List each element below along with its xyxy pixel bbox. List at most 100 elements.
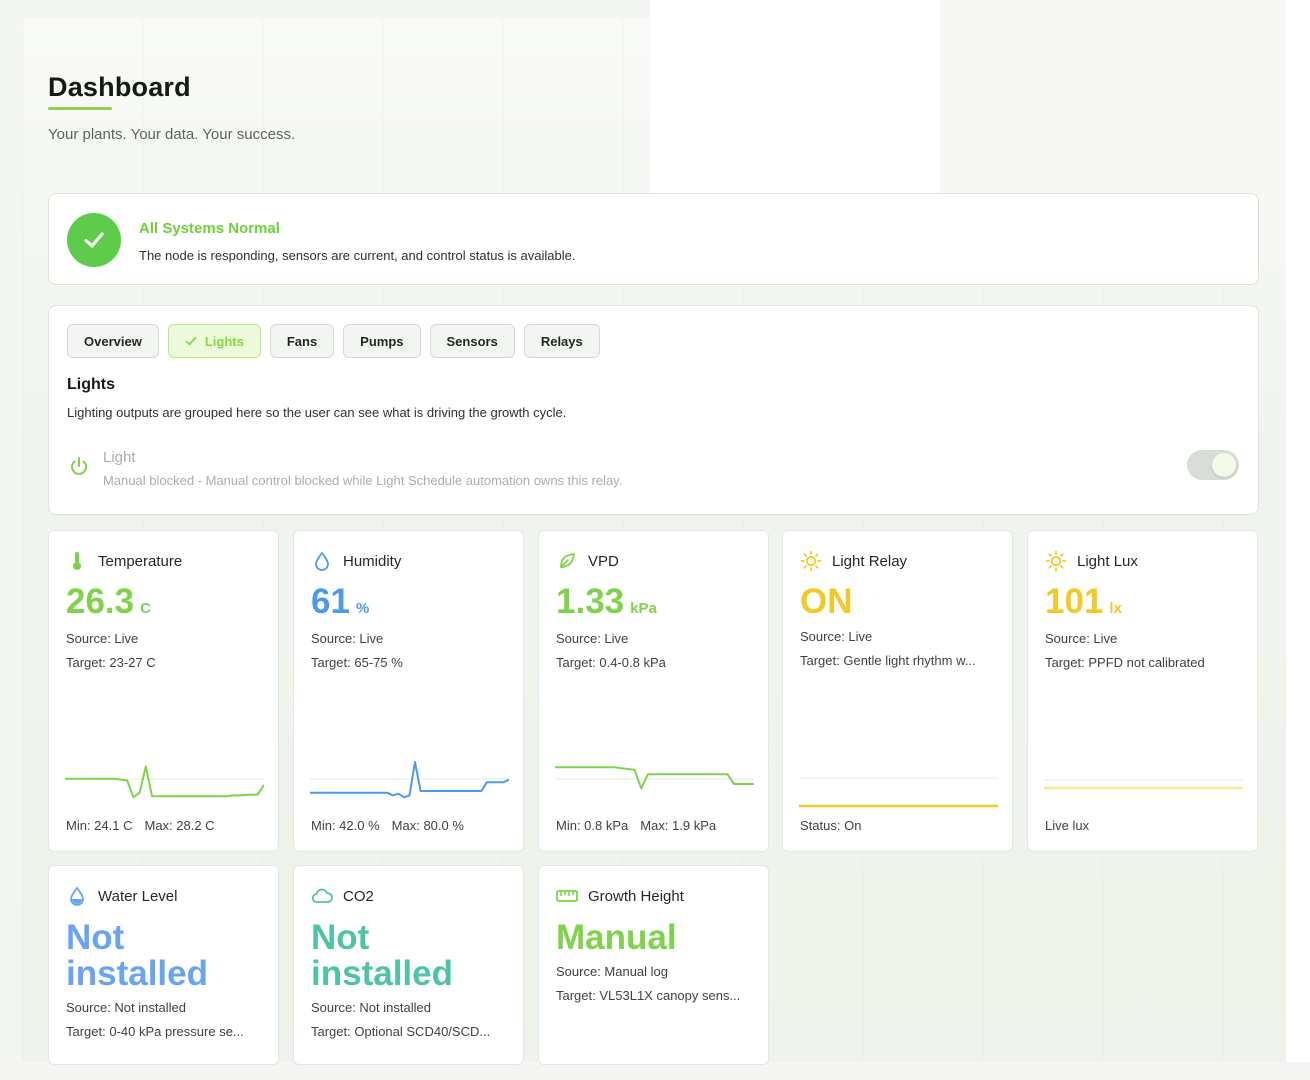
card-source: Source: Live <box>311 631 384 646</box>
card-unit: kPa <box>630 600 657 617</box>
water-drop-icon <box>66 885 88 907</box>
card-target: Target: VL53L1X canopy sens... <box>556 988 741 1003</box>
page-header: Dashboard Your plants. Your data. Your s… <box>48 72 295 143</box>
control-panel: Overview Lights Fans Pumps Sensors Relay… <box>48 305 1259 515</box>
check-icon <box>67 213 121 267</box>
sun-icon <box>1045 550 1067 572</box>
card-source: Source: Live <box>66 631 139 646</box>
light-relay-card: Light Relay ON Source: Live Target: Gent… <box>782 530 1013 852</box>
background-right-edge <box>1286 0 1310 1080</box>
title-underline <box>48 107 112 110</box>
tab-label: Relays <box>540 333 583 349</box>
humidity-sparkline <box>310 761 509 799</box>
tab-lights[interactable]: Lights <box>167 324 261 358</box>
page-subtitle: Your plants. Your data. Your success. <box>48 126 296 143</box>
growth-height-card: Growth Height Manual Source: Manual log … <box>538 865 769 1065</box>
card-value: Manual <box>556 918 677 957</box>
vpd-sparkline <box>555 766 754 790</box>
card-value: 26.3 <box>66 582 135 621</box>
card-title: CO2 <box>343 887 374 905</box>
card-value-line2: installed <box>311 954 453 993</box>
sparkline-series <box>310 761 509 799</box>
sun-icon <box>800 550 822 572</box>
card-title: Growth Height <box>588 887 684 905</box>
card-source: Source: Live <box>1045 631 1118 646</box>
card-target: Target: 0-40 kPa pressure se... <box>66 1024 244 1039</box>
section-title: Lights <box>67 376 115 393</box>
sparkline-series <box>65 765 264 799</box>
card-source: Source: Manual log <box>556 964 669 979</box>
tab-label: Sensors <box>446 333 498 349</box>
light-relay-sparkline <box>799 777 998 808</box>
card-title: Temperature <box>98 552 183 570</box>
card-unit: C <box>140 600 151 617</box>
card-target: Target: PPFD not calibrated <box>1045 655 1205 670</box>
tab-label: Fans <box>286 333 318 349</box>
droplet-icon <box>311 550 333 572</box>
card-min: Min: 24.1 C <box>66 818 133 833</box>
cloud-icon <box>311 885 333 907</box>
sparkline-series <box>555 766 754 790</box>
card-unit: % <box>355 600 370 617</box>
toggle-knob <box>1212 453 1236 477</box>
card-title: VPD <box>588 552 619 570</box>
section-description: Lighting outputs are grouped here so the… <box>67 405 567 420</box>
card-target: Target: Gentle light rhythm w... <box>800 653 976 668</box>
card-source: Source: Not installed <box>66 1000 186 1015</box>
checkmark-icon <box>185 336 197 346</box>
tab-label: Overview <box>84 333 142 349</box>
temperature-sparkline <box>65 765 264 799</box>
card-value: ON <box>800 582 853 621</box>
card-source: Source: Live <box>556 631 629 646</box>
leaf-icon <box>556 550 578 572</box>
card-min: Min: 0.8 kPa <box>556 818 629 833</box>
system-status-card: All Systems Normal The node is respondin… <box>48 193 1259 285</box>
card-unit: lx <box>1109 600 1122 617</box>
card-value: 1.33 <box>556 582 625 621</box>
temperature-card: Temperature 26.3 C Source: Live Target: 2… <box>48 530 279 852</box>
relay-status: Manual blocked - Manual control blocked … <box>103 473 623 488</box>
co2-card: CO2 Not installed Source: Not installed … <box>293 865 524 1065</box>
card-max: Max: 1.9 kPa <box>640 818 717 833</box>
card-target: Target: 23-27 C <box>66 655 156 670</box>
tab-relays[interactable]: Relays <box>523 324 600 358</box>
status-title: All Systems Normal <box>139 220 280 237</box>
relay-toggle[interactable] <box>1187 450 1239 480</box>
card-value-line1: Not <box>311 918 370 957</box>
page-title: Dashboard <box>48 72 191 102</box>
card-footer: Live lux <box>1045 818 1090 833</box>
card-title: Water Level <box>98 887 178 905</box>
card-title: Humidity <box>343 552 402 570</box>
card-title: Light Lux <box>1077 552 1138 570</box>
light-lux-sparkline <box>1044 779 1243 790</box>
card-source: Source: Live <box>800 629 873 644</box>
tab-label: Lights <box>204 333 244 349</box>
card-value-line1: Not <box>66 918 125 957</box>
status-description: The node is responding, sensors are curr… <box>139 248 576 263</box>
water-level-card: Water Level Not installed Source: Not in… <box>48 865 279 1065</box>
relay-name: Light <box>103 449 136 466</box>
thermometer-icon <box>66 550 88 572</box>
card-max: Max: 28.2 C <box>144 818 215 833</box>
card-value: 61 <box>311 582 350 621</box>
card-target: Target: Optional SCD40/SCD... <box>311 1024 491 1039</box>
card-target: Target: 0.4-0.8 kPa <box>556 655 666 670</box>
card-title: Light Relay <box>832 552 908 570</box>
ruler-icon <box>556 885 578 907</box>
card-max: Max: 80.0 % <box>391 818 464 833</box>
tab-overview[interactable]: Overview <box>67 324 159 358</box>
card-footer: Status: On <box>800 818 862 833</box>
light-lux-card: Light Lux 101 lx Source: Live Target: PPF… <box>1027 530 1258 852</box>
relay-row-light: Light Manual blocked - Manual control bl… <box>67 446 1239 496</box>
tab-sensors[interactable]: Sensors <box>429 324 515 358</box>
card-source: Source: Not installed <box>311 1000 431 1015</box>
tab-fans[interactable]: Fans <box>269 324 335 358</box>
card-value-line2: installed <box>66 954 208 993</box>
card-value: 101 <box>1045 582 1104 621</box>
tab-pumps[interactable]: Pumps <box>343 324 421 358</box>
tab-label: Pumps <box>360 333 404 349</box>
humidity-card: Humidity 61% Source: Live Target: 65-75 … <box>293 530 524 852</box>
card-min: Min: 42.0 % <box>311 818 380 833</box>
tab-bar: Overview Lights Fans Pumps Sensors Relay… <box>67 324 600 358</box>
power-icon <box>67 454 91 478</box>
